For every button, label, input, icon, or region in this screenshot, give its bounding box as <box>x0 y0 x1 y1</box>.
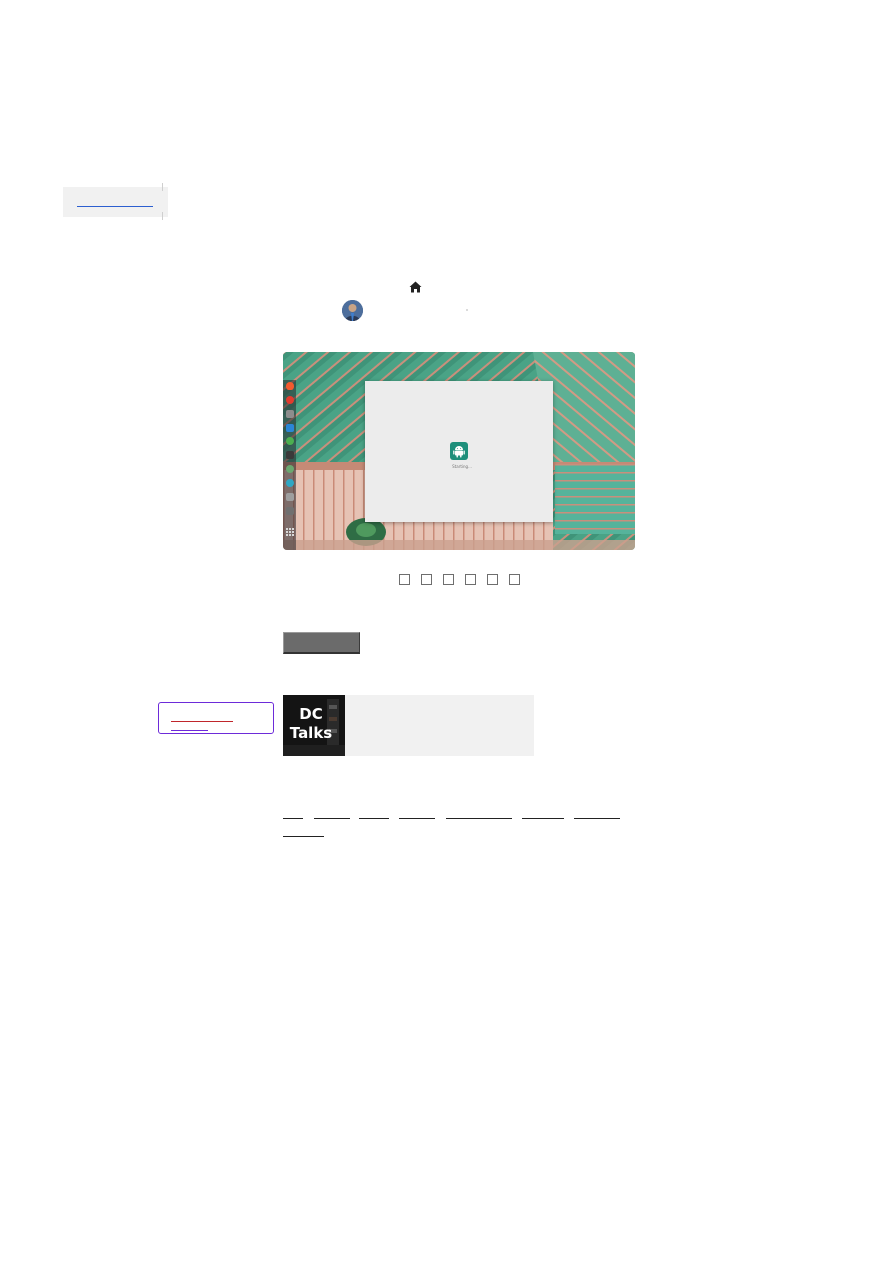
share-button[interactable] <box>421 574 432 585</box>
sidebar-link-underline <box>171 730 208 731</box>
ubuntu-software-icon[interactable] <box>286 437 294 445</box>
help-icon[interactable] <box>286 479 294 487</box>
home-icon[interactable] <box>409 281 422 293</box>
terminal-icon[interactable] <box>286 451 294 459</box>
share-button[interactable] <box>509 574 520 585</box>
brave-icon[interactable] <box>286 382 294 390</box>
meta-separator <box>466 309 468 311</box>
tag-link[interactable] <box>522 818 564 819</box>
trash-icon[interactable] <box>286 507 294 515</box>
vscode-icon[interactable] <box>286 424 294 432</box>
tag-link[interactable] <box>283 818 303 819</box>
divider-tick <box>162 212 163 220</box>
sidebar-link-box[interactable] <box>158 702 274 734</box>
share-button[interactable] <box>399 574 410 585</box>
share-button[interactable] <box>487 574 498 585</box>
vivaldi-icon[interactable] <box>286 396 294 404</box>
tag-link[interactable] <box>359 818 389 819</box>
starting-status: Starting... <box>452 464 472 469</box>
launcher-dock <box>283 380 296 550</box>
tag-link[interactable] <box>314 818 350 819</box>
apps-grid-icon[interactable] <box>286 521 294 536</box>
featured-screenshot: Starting... <box>283 352 635 550</box>
promo-card[interactable]: DC Talks <box>283 695 534 756</box>
android-icon <box>450 442 468 460</box>
tag-link[interactable] <box>574 818 620 819</box>
android-app-window: Starting... <box>365 381 553 522</box>
share-button[interactable] <box>443 574 454 585</box>
files-icon[interactable] <box>286 410 294 418</box>
divider-tick <box>162 183 163 191</box>
settings-icon[interactable] <box>286 465 294 473</box>
tag-link[interactable] <box>283 836 324 837</box>
promo-thumbnail-text: DC Talks <box>287 705 335 743</box>
share-buttons <box>399 574 520 585</box>
action-button[interactable] <box>283 632 360 654</box>
promo-thumbnail: DC Talks <box>283 695 345 756</box>
avatar[interactable] <box>342 300 363 321</box>
promo-thumb-line-2: Talks <box>289 724 333 742</box>
tag-link[interactable] <box>446 818 512 819</box>
store-icon[interactable] <box>286 493 294 501</box>
promo-thumb-line-1: DC <box>299 705 323 723</box>
skip-link[interactable] <box>77 199 153 207</box>
share-button[interactable] <box>465 574 476 585</box>
tag-link[interactable] <box>399 818 435 819</box>
skip-link-box <box>63 187 168 217</box>
sidebar-link-underline <box>171 721 233 722</box>
